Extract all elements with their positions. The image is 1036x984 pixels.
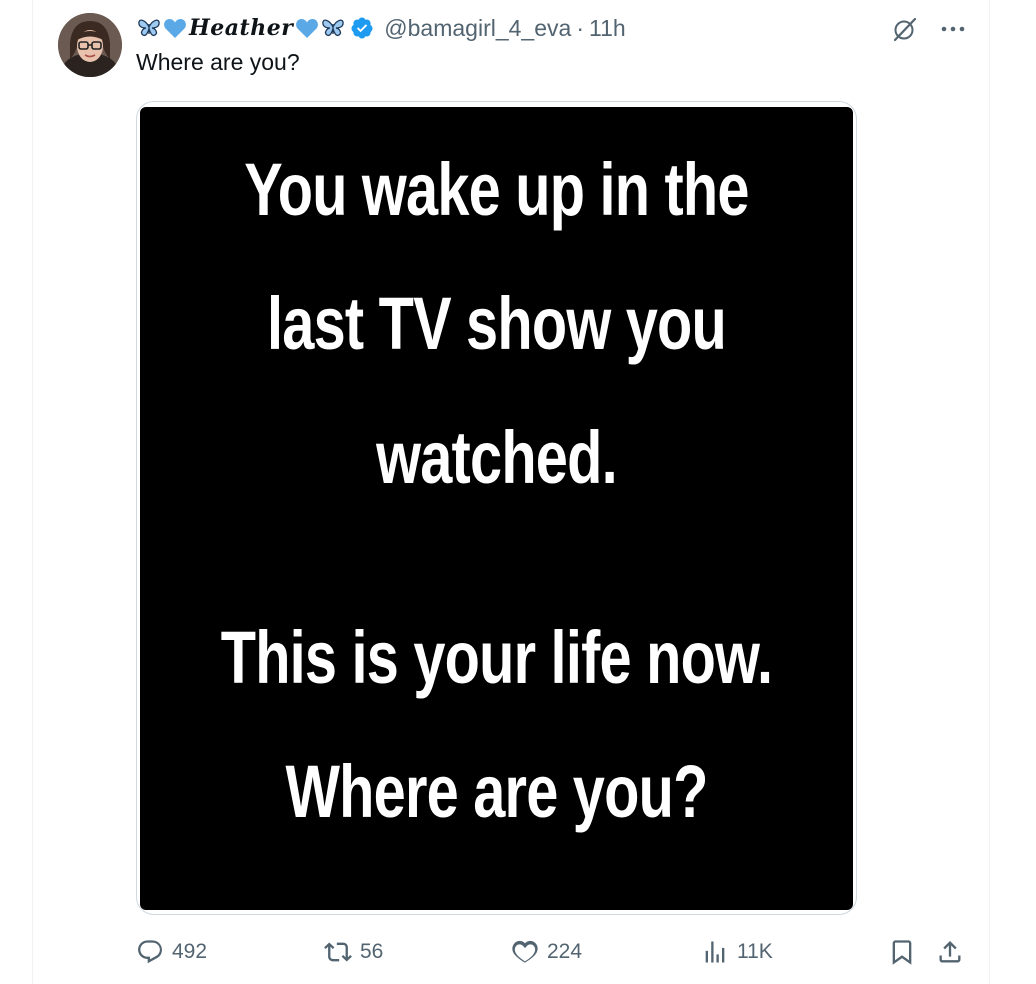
verified-badge-icon[interactable] bbox=[350, 16, 374, 40]
reply-icon bbox=[138, 940, 162, 964]
display-name-text: Heather bbox=[189, 15, 294, 41]
author-handle[interactable]: @bamagirl_4_eva bbox=[384, 15, 571, 42]
like-icon bbox=[512, 940, 538, 963]
reply-count: 492 bbox=[172, 940, 208, 963]
grok-icon[interactable] bbox=[890, 14, 920, 44]
bookmark-button[interactable] bbox=[888, 932, 924, 972]
media-image: You wake up in the last TV show you watc… bbox=[140, 107, 853, 910]
repost-count: 56 bbox=[360, 940, 384, 963]
avatar-image bbox=[58, 13, 122, 77]
like-count: 224 bbox=[547, 940, 583, 963]
tweet-action-bar: 492 56 224 11K bbox=[136, 932, 966, 972]
separator-dot: · bbox=[576, 14, 584, 41]
views-button[interactable]: 11K bbox=[701, 932, 773, 972]
display-name[interactable]: Heather bbox=[136, 15, 346, 41]
repost-icon bbox=[324, 942, 352, 962]
views-icon bbox=[705, 941, 725, 963]
tweet-header: Heather @bamagirl_4_eva · 11h bbox=[136, 12, 626, 44]
avatar[interactable] bbox=[58, 13, 122, 77]
butterfly-icon bbox=[136, 16, 162, 40]
more-icon[interactable] bbox=[938, 14, 968, 44]
blue-heart-icon bbox=[294, 16, 320, 40]
blue-heart-icon bbox=[162, 16, 188, 40]
repost-button[interactable]: 56 bbox=[324, 932, 383, 972]
tweet-top-actions bbox=[890, 14, 968, 44]
views-count: 11K bbox=[737, 940, 773, 963]
image-text-line: Where are you? bbox=[285, 750, 708, 833]
butterfly-icon bbox=[320, 16, 346, 40]
image-text-line: You wake up in the bbox=[244, 148, 749, 231]
reply-button[interactable]: 492 bbox=[136, 932, 207, 972]
tweet-media[interactable]: You wake up in the last TV show you watc… bbox=[136, 101, 857, 915]
tweet-text: Where are you? bbox=[136, 49, 300, 75]
share-button[interactable] bbox=[936, 932, 972, 972]
image-text-line: last TV show you bbox=[267, 282, 727, 365]
timestamp[interactable]: 11h bbox=[589, 15, 626, 42]
image-text-line: This is your life now. bbox=[220, 616, 773, 699]
like-button[interactable]: 224 bbox=[511, 932, 582, 972]
bookmark-icon bbox=[892, 940, 912, 965]
image-text-line: watched. bbox=[376, 416, 618, 499]
share-icon bbox=[939, 941, 961, 963]
